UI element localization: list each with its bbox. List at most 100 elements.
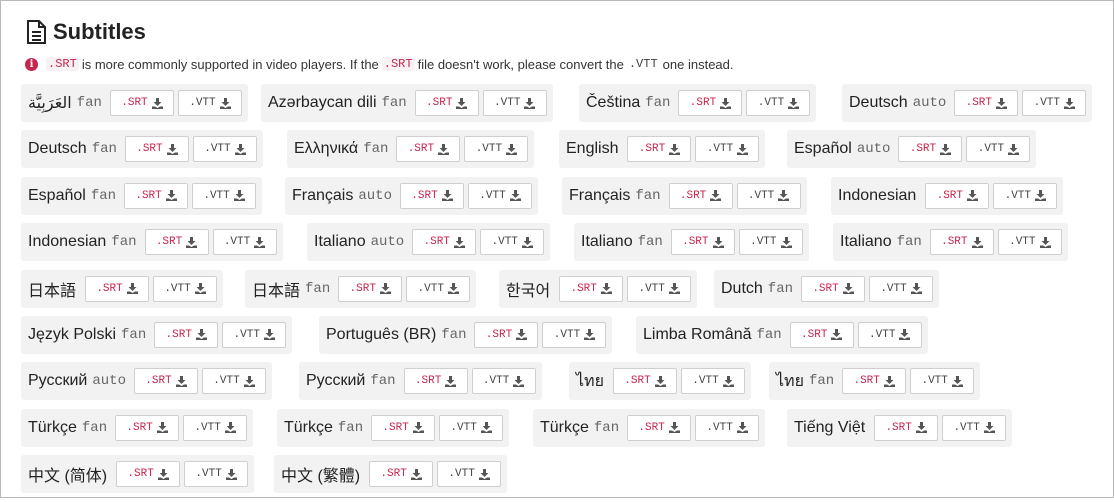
info-icon: i xyxy=(25,57,38,71)
download-icon xyxy=(996,97,1008,109)
language-label: Türkçe xyxy=(28,418,77,436)
download-srt-button[interactable]: .SRT xyxy=(338,275,403,302)
download-srt-button[interactable]: .SRT xyxy=(929,229,994,256)
download-srt-button[interactable]: .SRT xyxy=(627,136,692,163)
download-vtt-button[interactable]: .VTT xyxy=(966,136,1031,163)
download-vtt-button[interactable]: .VTT xyxy=(437,461,502,488)
download-srt-button[interactable]: .SRT xyxy=(85,275,150,302)
download-vtt-button[interactable]: .VTT xyxy=(222,321,287,348)
download-vtt-button[interactable]: .VTT xyxy=(738,229,803,256)
download-srt-button[interactable]: .SRT xyxy=(369,461,434,488)
download-vtt-button[interactable]: .VTT xyxy=(997,229,1062,256)
download-srt-button[interactable]: .SRT xyxy=(116,461,181,488)
download-srt-button[interactable]: .SRT xyxy=(801,275,866,302)
download-srt-button[interactable]: .SRT xyxy=(670,229,735,256)
download-srt-button[interactable]: .SRT xyxy=(133,368,198,395)
download-icon xyxy=(438,143,450,155)
download-vtt-button[interactable]: .VTT xyxy=(212,229,277,256)
download-vtt-button[interactable]: .VTT xyxy=(471,368,536,395)
vtt-format-label: .VTT xyxy=(195,468,222,481)
download-srt-button[interactable]: .SRT xyxy=(925,182,990,209)
download-srt-button[interactable]: .SRT xyxy=(109,90,174,116)
download-srt-button[interactable]: .SRT xyxy=(842,368,907,395)
download-vtt-button[interactable]: .VTT xyxy=(857,321,922,348)
download-srt-button[interactable]: .SRT xyxy=(874,414,939,441)
download-srt-button[interactable]: .SRT xyxy=(474,321,539,348)
download-srt-button[interactable]: .SRT xyxy=(115,414,180,441)
subtitle-source-label: fan xyxy=(305,280,331,297)
download-vtt-button[interactable]: .VTT xyxy=(542,321,607,348)
download-vtt-button[interactable]: .VTT xyxy=(464,136,529,163)
download-vtt-button[interactable]: .VTT xyxy=(910,368,975,395)
subtitle-source-label: fan xyxy=(896,234,922,251)
download-srt-button[interactable]: .SRT xyxy=(627,414,692,441)
download-srt-button[interactable]: .SRT xyxy=(678,90,743,116)
download-vtt-button[interactable]: .VTT xyxy=(192,182,257,209)
srt-format-label: .SRT xyxy=(689,97,717,109)
download-srt-button[interactable]: .SRT xyxy=(396,136,461,163)
download-vtt-button[interactable]: .VTT xyxy=(177,90,242,116)
srt-format-label: .SRT xyxy=(885,421,912,434)
download-icon xyxy=(710,190,722,202)
download-vtt-button[interactable]: .VTT xyxy=(201,368,266,395)
download-vtt-button[interactable]: .VTT xyxy=(192,136,257,163)
download-vtt-button[interactable]: .VTT xyxy=(869,275,934,302)
download-vtt-button[interactable]: .VTT xyxy=(627,275,692,302)
vtt-format-label: .VTT xyxy=(189,97,216,109)
download-vtt-button[interactable]: .VTT xyxy=(482,90,547,116)
download-icon xyxy=(1064,97,1076,109)
subtitle-item: Français auto .SRT .VTT xyxy=(285,176,538,215)
download-srt-button[interactable]: .SRT xyxy=(612,368,677,395)
download-srt-button[interactable]: .SRT xyxy=(414,90,479,116)
download-vtt-button[interactable]: .VTT xyxy=(467,182,532,209)
language-label: 한국어 xyxy=(506,282,551,300)
subtitle-item: Ελληνικά fan .SRT .VTT xyxy=(287,130,535,169)
download-vtt-button[interactable]: .VTT xyxy=(695,136,760,163)
download-srt-button[interactable]: .SRT xyxy=(144,229,209,256)
download-srt-button[interactable]: .SRT xyxy=(789,321,854,348)
download-srt-button[interactable]: .SRT xyxy=(371,414,436,441)
download-icon xyxy=(915,422,927,434)
download-icon xyxy=(1039,236,1051,248)
download-srt-button[interactable]: .SRT xyxy=(954,90,1019,116)
download-vtt-button[interactable]: .VTT xyxy=(183,414,248,441)
vtt-format-label: .VTT xyxy=(921,375,948,388)
vtt-format-label: .VTT xyxy=(977,143,1005,156)
download-vtt-button[interactable]: .VTT xyxy=(439,414,504,441)
download-vtt-button[interactable]: .VTT xyxy=(680,368,745,395)
download-vtt-button[interactable]: .VTT xyxy=(746,90,811,116)
download-srt-button[interactable]: .SRT xyxy=(898,136,963,163)
download-icon xyxy=(379,283,391,295)
download-vtt-button[interactable]: .VTT xyxy=(942,414,1007,441)
vtt-format-label: .VTT xyxy=(757,97,785,109)
download-vtt-button[interactable]: .VTT xyxy=(406,275,471,302)
download-icon xyxy=(521,236,533,248)
srt-format-label: .SRT xyxy=(853,375,880,388)
download-srt-button[interactable]: .SRT xyxy=(403,368,468,395)
subtitle-item: Italiano auto .SRT .VTT xyxy=(307,223,551,262)
download-srt-button[interactable]: .SRT xyxy=(399,182,464,209)
download-srt-button[interactable]: .SRT xyxy=(668,182,733,209)
download-vtt-button[interactable]: .VTT xyxy=(480,229,545,256)
srt-format-label: .SRT xyxy=(426,97,453,109)
download-srt-button[interactable]: .SRT xyxy=(124,182,189,209)
subtitle-source-label: fan xyxy=(637,234,663,251)
vtt-format-label: .VTT xyxy=(233,328,260,341)
download-srt-button[interactable]: .SRT xyxy=(559,275,624,302)
download-icon xyxy=(441,190,453,202)
download-icon xyxy=(219,97,231,109)
download-vtt-button[interactable]: .VTT xyxy=(184,461,249,488)
download-vtt-button[interactable]: .VTT xyxy=(736,182,801,209)
download-icon xyxy=(156,422,168,434)
note-text-3: one instead. xyxy=(662,56,734,72)
download-vtt-button[interactable]: .VTT xyxy=(1022,90,1087,116)
download-vtt-button[interactable]: .VTT xyxy=(695,414,760,441)
download-vtt-button[interactable]: .VTT xyxy=(153,275,218,302)
download-srt-button[interactable]: .SRT xyxy=(412,229,477,256)
download-srt-button[interactable]: .SRT xyxy=(154,321,219,348)
download-vtt-button[interactable]: .VTT xyxy=(993,182,1058,209)
download-srt-button[interactable]: .SRT xyxy=(124,136,189,163)
subtitle-item: Русский fan .SRT .VTT xyxy=(299,362,542,401)
document-icon xyxy=(27,20,46,44)
srt-format-label: .SRT xyxy=(909,143,937,156)
